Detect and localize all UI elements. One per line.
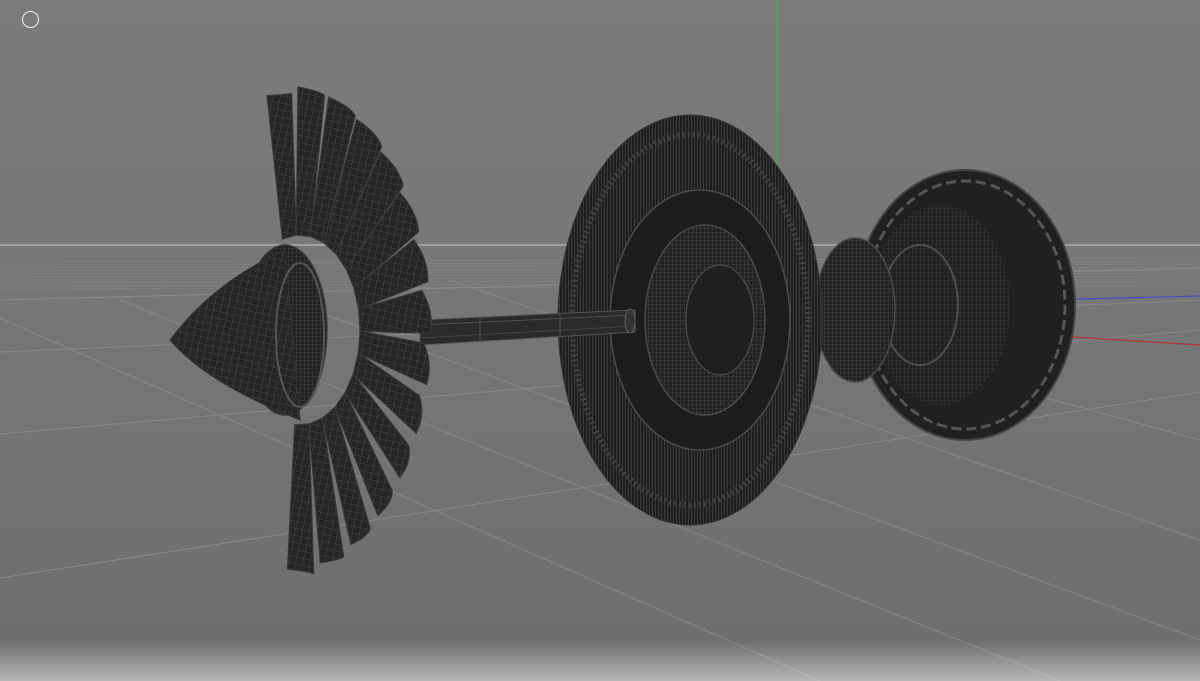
spinner-cone[interactable] [169, 244, 328, 421]
view-indicator-circle-icon[interactable] [22, 11, 39, 28]
viewport-scene[interactable] [0, 0, 1200, 681]
fan-blade [286, 423, 315, 575]
turbine-model[interactable] [169, 86, 1076, 575]
fan-blade [266, 92, 297, 240]
3d-viewport[interactable] [0, 0, 1200, 681]
turbine-section[interactable] [814, 169, 1076, 441]
